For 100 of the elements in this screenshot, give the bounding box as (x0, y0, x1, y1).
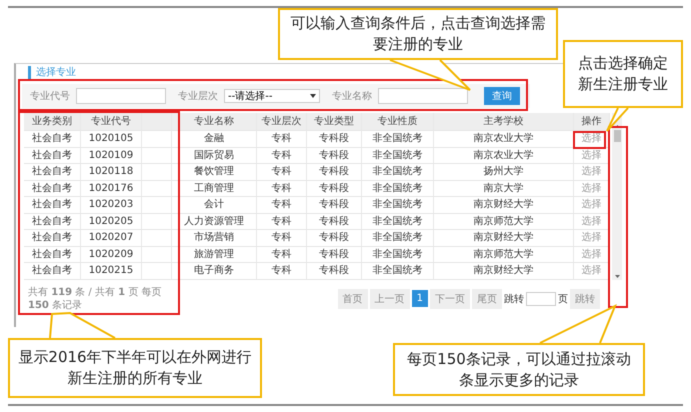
table-cell: 社会自考 (24, 214, 81, 229)
table-cell: 专科 (257, 263, 307, 278)
page-button[interactable]: 上一页 (370, 288, 410, 308)
table-cell: 专科段 (307, 214, 362, 229)
table-cell: 南京师范大学 (434, 214, 574, 229)
select-dropdown[interactable]: --请选择-- (224, 89, 320, 103)
table-cell: 专科段 (307, 164, 362, 180)
column-header: 专业性质 (362, 113, 434, 130)
table-cell: 1020215 (81, 263, 142, 278)
filter-label: 专业层次 (178, 90, 218, 103)
page-input[interactable] (526, 292, 556, 306)
callout-note: 点击选择确定新生注册专业 (563, 40, 683, 108)
table-cell: 非全国统考 (362, 164, 434, 180)
table-cell: 专科段 (307, 263, 362, 278)
table-cell: 市场营销 (172, 230, 257, 246)
filter-label: 专业名称 (332, 90, 372, 103)
select-link[interactable]: 选择 (582, 133, 602, 144)
table-cell: 电子商务 (172, 263, 257, 278)
select-link[interactable]: 选择 (582, 166, 602, 177)
table-cell: 专科 (257, 246, 307, 262)
table-cell: 南京财经大学 (434, 230, 574, 246)
table-cell: 社会自考 (24, 197, 81, 212)
table-cell: 非全国统考 (362, 148, 434, 163)
select-link[interactable]: 选择 (582, 182, 602, 194)
table-cell: 南京师范大学 (434, 246, 574, 262)
search-button[interactable]: 查询 (484, 87, 520, 105)
table-cell: 专科段 (307, 131, 362, 146)
table-cell: 社会自考 (24, 230, 81, 246)
table-cell: 专科 (257, 197, 307, 212)
column-header: 主考学校 (434, 113, 574, 130)
table-cell: 专科段 (307, 180, 362, 196)
column-header: 专业类型 (307, 113, 362, 130)
table-cell: 非全国统考 (362, 246, 434, 262)
table-cell: 专科 (257, 131, 307, 146)
select-link[interactable]: 选择 (582, 199, 602, 210)
table-cell: 非全国统考 (362, 131, 434, 146)
table-cell: 人力资源管理 (172, 214, 257, 229)
table-cell: 南京财经大学 (434, 263, 574, 278)
scroll-down-icon (614, 274, 620, 278)
table-cell: 社会自考 (24, 164, 81, 180)
table-cell: 社会自考 (24, 263, 81, 278)
select-link[interactable]: 选择 (582, 232, 602, 243)
table-cell: 国际贸易 (172, 148, 257, 163)
jump-button[interactable]: 跳转 (570, 288, 600, 308)
input-field[interactable] (378, 88, 468, 104)
table-cell: 旅游管理 (172, 246, 257, 262)
table-cell: 1020203 (81, 197, 142, 212)
select-link[interactable]: 选择 (582, 265, 602, 276)
table-cell: 社会自考 (24, 148, 81, 163)
table-cell: 南京农业大学 (434, 148, 574, 163)
filter-label: 专业代号 (30, 90, 70, 103)
page-unit: 页 (558, 292, 568, 306)
table-cell: 南京农业大学 (434, 131, 574, 146)
callout-pointer (49, 312, 116, 339)
page-button[interactable]: 下一页 (430, 288, 470, 308)
table-cell: 专科段 (307, 230, 362, 246)
select-link[interactable]: 选择 (582, 150, 602, 160)
table-cell: 1020118 (81, 164, 142, 180)
table-cell: 非全国统考 (362, 197, 434, 212)
table-cell: 1020105 (81, 131, 142, 146)
table-cell: 专科段 (307, 246, 362, 262)
page-button[interactable]: 1 (412, 290, 428, 307)
table-cell: 金融 (172, 131, 257, 146)
table-cell: 非全国统考 (362, 263, 434, 278)
page-button[interactable]: 首页 (338, 288, 368, 308)
dropdown-caret-icon (310, 94, 316, 98)
table-cell: 工商管理 (172, 180, 257, 196)
table-cell: 专科 (257, 180, 307, 196)
select-link[interactable]: 选择 (582, 248, 602, 260)
table-cell: 1020209 (81, 246, 142, 262)
select-link[interactable]: 选择 (582, 216, 602, 226)
table-cell: 专科 (257, 148, 307, 163)
table-cell: 专科段 (307, 197, 362, 212)
record-summary: 共有 119 条 / 共有 1 页 每页 150 条记录 (28, 286, 162, 312)
table-cell: 1020176 (81, 180, 142, 196)
table-cell: 餐饮管理 (172, 164, 257, 180)
table-cell: 专科 (257, 230, 307, 246)
table-cell: 扬州大学 (434, 164, 574, 180)
table-cell: 会计 (172, 197, 257, 212)
scrollbar-thumb[interactable] (614, 130, 620, 142)
column-header: 专业层次 (257, 113, 307, 130)
table-cell: 专科 (257, 164, 307, 180)
column-header: 业务类别 (24, 113, 81, 130)
table-cell: 南京财经大学 (434, 197, 574, 212)
jump-label: 跳转 (504, 292, 524, 306)
table-cell: 专科段 (307, 148, 362, 163)
table-cell: 1020109 (81, 148, 142, 163)
input-field[interactable] (76, 88, 166, 104)
table-cell: 社会自考 (24, 246, 81, 262)
table-cell: 1020207 (81, 230, 142, 246)
table-cell: 社会自考 (24, 131, 81, 146)
highlight-frame (573, 131, 606, 149)
column-header: 专业代号 (81, 113, 142, 130)
page-button[interactable]: 尾页 (472, 288, 502, 308)
table-cell: 非全国统考 (362, 230, 434, 246)
callout-pointer (606, 107, 629, 132)
table-cell: 南京大学 (434, 180, 574, 196)
table-cell: 社会自考 (24, 180, 81, 196)
table-cell: 非全国统考 (362, 180, 434, 196)
table-cell: 1020205 (81, 214, 142, 229)
